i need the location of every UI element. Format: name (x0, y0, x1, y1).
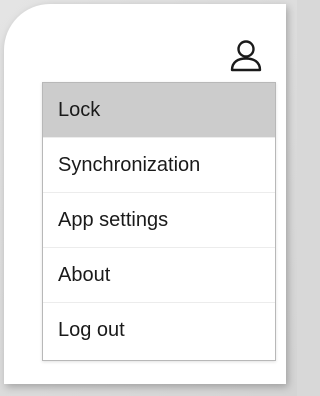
menu-item-synchronization[interactable]: Synchronization (43, 138, 275, 193)
person-outline-icon (230, 40, 262, 72)
menu-item-lock[interactable]: Lock (43, 83, 275, 138)
menu-item-log-out[interactable]: Log out (43, 303, 275, 358)
account-button[interactable] (224, 34, 268, 78)
account-menu: Lock Synchronization App settings About … (42, 82, 276, 361)
screenshot-stage: Lock Synchronization App settings About … (0, 0, 297, 396)
menu-item-app-settings[interactable]: App settings (43, 193, 275, 248)
menu-item-about[interactable]: About (43, 248, 275, 303)
